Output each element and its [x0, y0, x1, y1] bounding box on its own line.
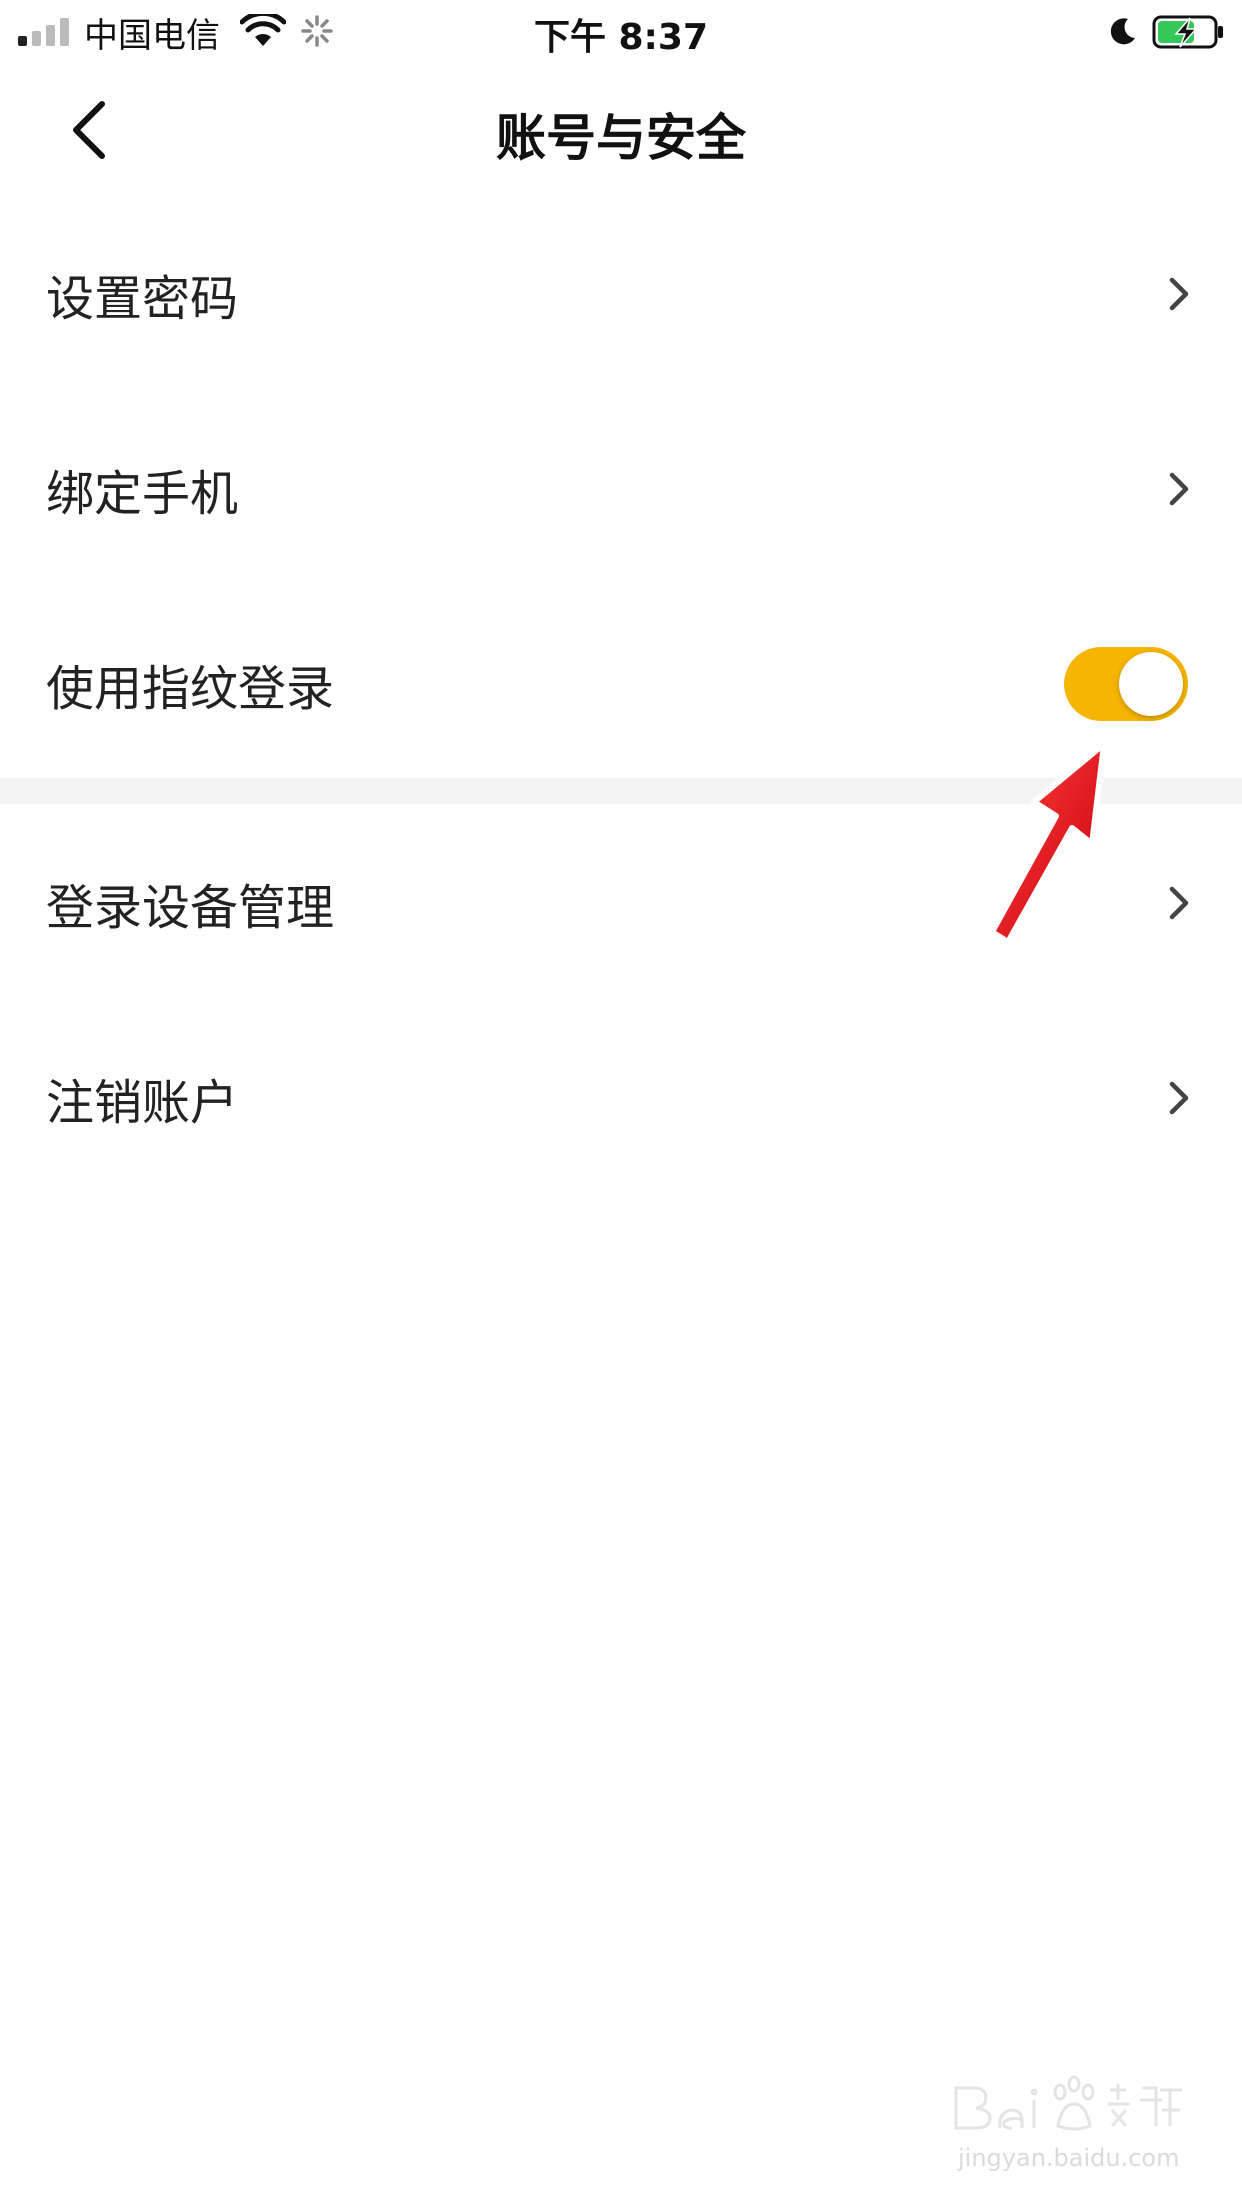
do-not-disturb-moon-icon [1110, 18, 1135, 45]
fingerprint-login-label: 使用指纹登录 [46, 660, 335, 717]
chevron-right-icon [1169, 277, 1189, 310]
settings-group-account: 设置密码 绑定手机 使用指纹登录 [0, 196, 1242, 781]
battery-charging-icon [1152, 15, 1223, 49]
watermark-url: jingyan.baidu.com [958, 2144, 1180, 2172]
status-time: 下午 8:37 [533, 17, 709, 58]
toggle-knob [1119, 651, 1183, 716]
cancel-account-row[interactable]: 注销账户 [0, 1000, 1242, 1195]
bind-phone-label: 绑定手机 [46, 465, 239, 522]
page-title: 账号与安全 [496, 109, 746, 167]
chevron-right-icon [1169, 886, 1189, 919]
chevron-right-icon [1169, 1081, 1189, 1114]
navigation-bar: 账号与安全 [0, 70, 1242, 190]
device-management-label: 登录设备管理 [46, 879, 335, 936]
baidu-jingyan-watermark: jingyan.baidu.com [950, 2070, 1190, 2180]
fingerprint-login-toggle[interactable] [1064, 646, 1188, 721]
status-bar: 中国电信 下午 8:37 [0, 0, 1242, 62]
set-password-label: 设置密码 [46, 270, 239, 327]
cancel-account-label: 注销账户 [46, 1074, 239, 1131]
set-password-row[interactable]: 设置密码 [0, 196, 1242, 391]
annotation-arrow-icon [989, 741, 1107, 945]
chevron-right-icon [1169, 472, 1189, 505]
bind-phone-row[interactable]: 绑定手机 [0, 391, 1242, 586]
baidu-logo-icon [954, 2075, 1182, 2131]
